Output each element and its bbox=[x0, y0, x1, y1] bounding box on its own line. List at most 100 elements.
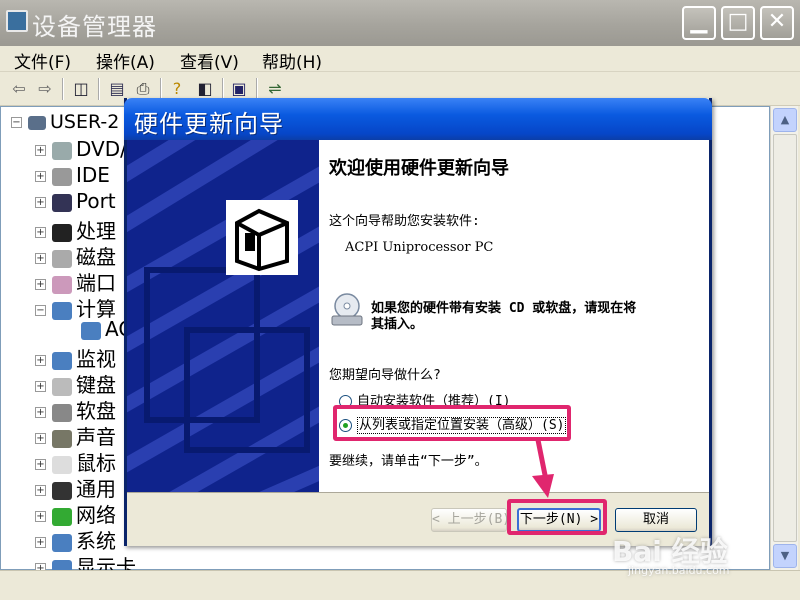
tree-node-ide[interactable]: + IDE bbox=[35, 163, 110, 187]
maximize-button[interactable]: □ bbox=[721, 6, 755, 40]
tree-node-ports[interactable]: + Port bbox=[35, 189, 116, 213]
tree-node-keyboard[interactable]: + 键盘 bbox=[35, 369, 116, 398]
view-icon[interactable]: ◧ bbox=[194, 78, 216, 100]
watermark-url: jingyan.baidu.com bbox=[628, 564, 730, 577]
tree-node-label: 网络 bbox=[76, 503, 116, 527]
device-manager-titlebar: 设备管理器 ▁ □ ✕ bbox=[0, 0, 800, 46]
tree-node-sound[interactable]: + 声音 bbox=[35, 421, 116, 450]
expand-icon[interactable]: + bbox=[35, 279, 46, 290]
tree-node-monitor[interactable]: + 监视 bbox=[35, 343, 116, 372]
properties-icon[interactable]: ▤ bbox=[106, 78, 128, 100]
scroll-track[interactable] bbox=[773, 134, 797, 542]
baidu-watermark: Bai 经验 jingyan.baidu.com bbox=[612, 530, 762, 582]
tree-node-label: 系统 bbox=[76, 529, 116, 553]
update-driver-icon[interactable]: ⇌ bbox=[264, 78, 286, 100]
network-adapter-icon bbox=[52, 507, 72, 526]
minimize-button[interactable]: ▁ bbox=[682, 6, 716, 40]
tree-node-network[interactable]: + 网络 bbox=[35, 499, 116, 528]
help-icon[interactable]: ? bbox=[166, 78, 188, 100]
tree-node-label: DVD/ bbox=[76, 137, 127, 161]
system-device-icon bbox=[52, 533, 72, 552]
wizard-question: 您期望向导做什么? bbox=[329, 368, 441, 383]
computer-icon bbox=[28, 115, 46, 130]
tree-node-label: 处理 bbox=[76, 219, 116, 243]
pointer-arrow-icon bbox=[532, 440, 554, 498]
expand-icon[interactable]: + bbox=[35, 459, 46, 470]
device-manager-icon bbox=[6, 10, 28, 32]
tree-node-processor[interactable]: + 处理 bbox=[35, 215, 116, 244]
back-arrow-icon[interactable]: ⇦ bbox=[8, 78, 30, 100]
expand-icon[interactable]: + bbox=[35, 145, 46, 156]
menu-action[interactable]: 操作(A) bbox=[96, 48, 155, 73]
continue-instruction: 要继续，请单击“下一步”。 bbox=[329, 454, 488, 469]
scroll-down-icon[interactable]: ▼ bbox=[773, 544, 797, 568]
wizard-intro: 这个向导帮助您安装软件: bbox=[329, 214, 480, 229]
speaker-icon bbox=[52, 429, 72, 448]
wizard-heading: 欢迎使用硬件更新向导 bbox=[329, 158, 509, 179]
menu-view[interactable]: 查看(V) bbox=[180, 48, 239, 73]
tree-node-mouse[interactable]: + 鼠标 bbox=[35, 447, 116, 476]
expand-icon[interactable]: + bbox=[35, 407, 46, 418]
vertical-scrollbar[interactable]: ▲ ▼ bbox=[770, 106, 798, 570]
cd-drive-icon bbox=[329, 292, 365, 328]
collapse-icon[interactable]: − bbox=[11, 117, 22, 128]
wizard-side-banner bbox=[127, 140, 319, 492]
monitor-icon bbox=[52, 351, 72, 370]
disk-drive-icon bbox=[52, 249, 72, 268]
hardware-box-icon bbox=[226, 200, 298, 275]
cancel-button[interactable]: 取消 bbox=[615, 508, 697, 532]
tree-node-dvd[interactable]: + DVD/ bbox=[35, 137, 127, 161]
close-button[interactable]: ✕ bbox=[760, 6, 794, 40]
tree-node-system[interactable]: + 系统 bbox=[35, 525, 116, 554]
keyboard-icon bbox=[52, 377, 72, 396]
tree-node-label: 声音 bbox=[76, 425, 116, 449]
toolbar-separator bbox=[62, 78, 64, 100]
tree-node-label: 鼠标 bbox=[76, 451, 116, 475]
floppy-icon bbox=[52, 403, 72, 422]
expand-icon[interactable]: + bbox=[35, 381, 46, 392]
acpi-pc-icon bbox=[81, 321, 101, 340]
print-icon[interactable]: ⎙ bbox=[132, 78, 154, 100]
expand-icon[interactable]: + bbox=[35, 197, 46, 208]
menu-help[interactable]: 帮助(H) bbox=[262, 48, 322, 73]
collapse-icon[interactable]: − bbox=[35, 305, 46, 316]
tree-node-label: 监视 bbox=[76, 347, 116, 371]
hardware-update-wizard: 硬件更新向导 欢迎使用硬件更新向导 这个向导帮助您安装软件: ACPI Unip… bbox=[124, 98, 712, 546]
expand-icon[interactable]: + bbox=[35, 355, 46, 366]
tree-node-label: 磁盘 bbox=[76, 245, 116, 269]
banner-graphic bbox=[127, 140, 319, 492]
forward-arrow-icon[interactable]: ⇨ bbox=[34, 78, 56, 100]
wizard-titlebar: 硬件更新向导 bbox=[124, 98, 712, 140]
expand-icon[interactable]: + bbox=[35, 485, 46, 496]
expand-icon[interactable]: + bbox=[35, 537, 46, 548]
expand-icon[interactable]: + bbox=[35, 227, 46, 238]
toolbar-separator bbox=[222, 78, 224, 100]
toolbar-separator bbox=[256, 78, 258, 100]
expand-icon[interactable]: + bbox=[35, 433, 46, 444]
menu-file[interactable]: 文件(F) bbox=[14, 48, 71, 73]
menubar: 文件(F) 操作(A) 查看(V) 帮助(H) bbox=[0, 46, 800, 73]
highlight-install-option bbox=[333, 405, 571, 441]
ide-controller-icon bbox=[52, 167, 72, 186]
tree-node-usb[interactable]: + 通用 bbox=[35, 473, 116, 502]
mouse-icon bbox=[52, 455, 72, 474]
tree-root-label: USER-2 bbox=[50, 111, 120, 133]
tree-node-port2[interactable]: + 端口 bbox=[35, 267, 116, 296]
scan-hardware-icon[interactable]: ▣ bbox=[228, 78, 250, 100]
show-hide-tree-icon[interactable]: ◫ bbox=[70, 78, 92, 100]
expand-icon[interactable]: + bbox=[35, 511, 46, 522]
computer-node-icon bbox=[52, 301, 72, 320]
tree-node-label: 键盘 bbox=[76, 373, 116, 397]
toolbar-separator bbox=[98, 78, 100, 100]
tree-node-floppy[interactable]: + 软盘 bbox=[35, 395, 116, 424]
expand-icon[interactable]: + bbox=[35, 253, 46, 264]
tree-node-disk[interactable]: + 磁盘 bbox=[35, 241, 116, 270]
toolbar-separator bbox=[160, 78, 162, 100]
device-name: ACPI Uniprocessor PC bbox=[345, 240, 494, 255]
port-connector-icon bbox=[52, 275, 72, 294]
tree-node-label: IDE bbox=[76, 163, 110, 187]
expand-icon[interactable]: + bbox=[35, 171, 46, 182]
tree-root[interactable]: − USER-2 bbox=[11, 111, 119, 133]
back-button[interactable]: < 上一步(B) bbox=[431, 508, 510, 532]
scroll-up-icon[interactable]: ▲ bbox=[773, 108, 797, 132]
